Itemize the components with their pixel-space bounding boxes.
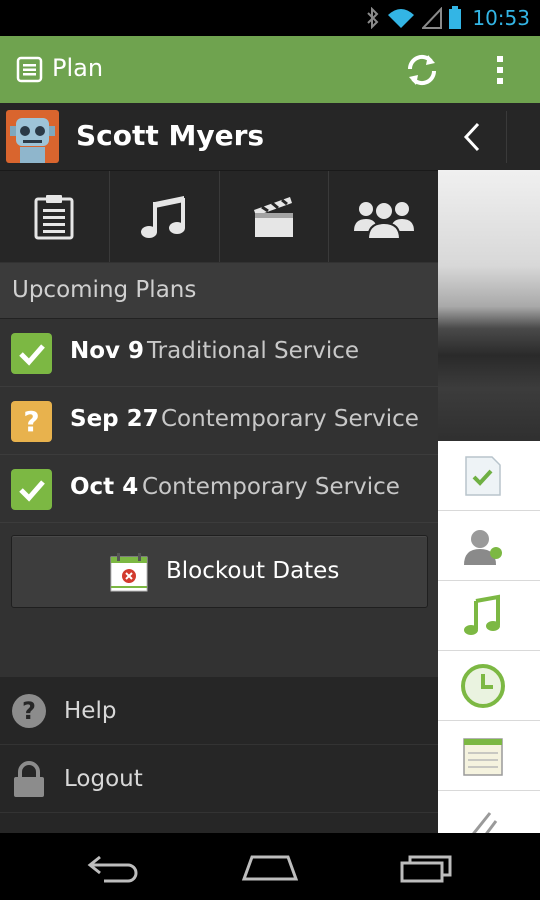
list-item[interactable]: [438, 721, 540, 791]
blockout-label: Blockout Dates: [166, 558, 340, 584]
list-item[interactable]: [438, 791, 540, 833]
calendar-blocked-icon: [110, 553, 148, 592]
clipboard-icon: [34, 194, 74, 239]
plan-title: Contemporary Service: [142, 474, 400, 500]
back-chevron-icon[interactable]: [462, 121, 482, 153]
menu-item-help[interactable]: ? Help: [0, 677, 438, 745]
battery-icon: [449, 6, 462, 29]
detail-list: [438, 441, 540, 833]
status-bar: 10:53: [0, 0, 540, 36]
list-item[interactable]: [438, 651, 540, 721]
back-icon[interactable]: [84, 851, 144, 883]
action-bar-title[interactable]: Plan: [52, 54, 103, 82]
upcoming-plans-list: Nov 9 Traditional Service ? Sep 27 Conte…: [0, 319, 438, 523]
people-icon: [353, 200, 414, 239]
upcoming-plans-header: Upcoming Plans: [0, 263, 438, 319]
lock-icon: [14, 761, 44, 797]
recent-apps-icon[interactable]: [398, 851, 458, 883]
confirmed-check-icon: [11, 333, 52, 374]
clapperboard-icon: [253, 196, 293, 237]
clock: 10:53: [472, 6, 530, 30]
help-icon: ?: [12, 694, 46, 728]
person-add-icon: [464, 530, 502, 565]
plan-date: Sep 27: [70, 406, 159, 432]
clock-icon: [461, 664, 505, 708]
avatar[interactable]: [6, 110, 59, 163]
divider: [506, 111, 507, 163]
drawer-footer: ? Help Logout: [0, 677, 438, 833]
plan-title: Traditional Service: [147, 338, 360, 364]
logout-label: Logout: [64, 766, 143, 792]
overflow-menu-icon[interactable]: [494, 54, 506, 86]
list-item[interactable]: [438, 581, 540, 651]
svg-text:?: ?: [22, 697, 36, 725]
system-navigation-bar: [0, 833, 540, 900]
confirmed-check-icon: [11, 469, 52, 510]
pending-question-icon: ?: [11, 401, 52, 442]
help-label: Help: [64, 698, 117, 724]
blockout-dates-button[interactable]: Blockout Dates: [11, 535, 428, 608]
plan-item[interactable]: Oct 4 Contemporary Service: [0, 455, 438, 523]
music-note-icon: [464, 594, 500, 635]
wifi-icon: [388, 9, 415, 28]
plan-list-icon[interactable]: [16, 56, 43, 83]
plan-date: Oct 4: [70, 474, 139, 500]
home-icon[interactable]: [240, 851, 300, 883]
plan-title: Contemporary Service: [161, 406, 419, 432]
profile-name[interactable]: Scott Myers: [76, 119, 264, 152]
notepad-icon: [463, 738, 503, 776]
plan-item[interactable]: Nov 9 Traditional Service: [0, 319, 438, 387]
plan-detail-panel: [438, 103, 540, 833]
list-item[interactable]: [438, 511, 540, 581]
navigation-drawer: Scott Myers Upcoming Plans Nov 9 Traditi…: [0, 103, 438, 833]
list-item[interactable]: [438, 441, 540, 511]
plan-item[interactable]: ? Sep 27 Contemporary Service: [0, 387, 438, 455]
section-title: Upcoming Plans: [12, 277, 197, 303]
plan-date: Nov 9: [70, 338, 145, 364]
paperclip-icon: [472, 812, 498, 833]
tab-media[interactable]: [220, 171, 330, 262]
drawer-tab-bar: [0, 170, 438, 262]
profile-header[interactable]: Scott Myers: [0, 103, 438, 170]
bluetooth-icon: [367, 7, 379, 29]
detail-top-bar: [438, 103, 540, 170]
document-check-icon: [465, 456, 501, 496]
plan-header-photo: [438, 170, 540, 443]
tab-plans[interactable]: [0, 171, 110, 262]
menu-item-logout[interactable]: Logout: [0, 745, 438, 813]
tab-people[interactable]: [329, 171, 438, 262]
refresh-icon[interactable]: [404, 52, 440, 88]
tab-songs[interactable]: [110, 171, 220, 262]
music-note-icon: [141, 195, 186, 238]
action-bar: Plan: [0, 36, 540, 103]
signal-icon: [422, 7, 443, 29]
